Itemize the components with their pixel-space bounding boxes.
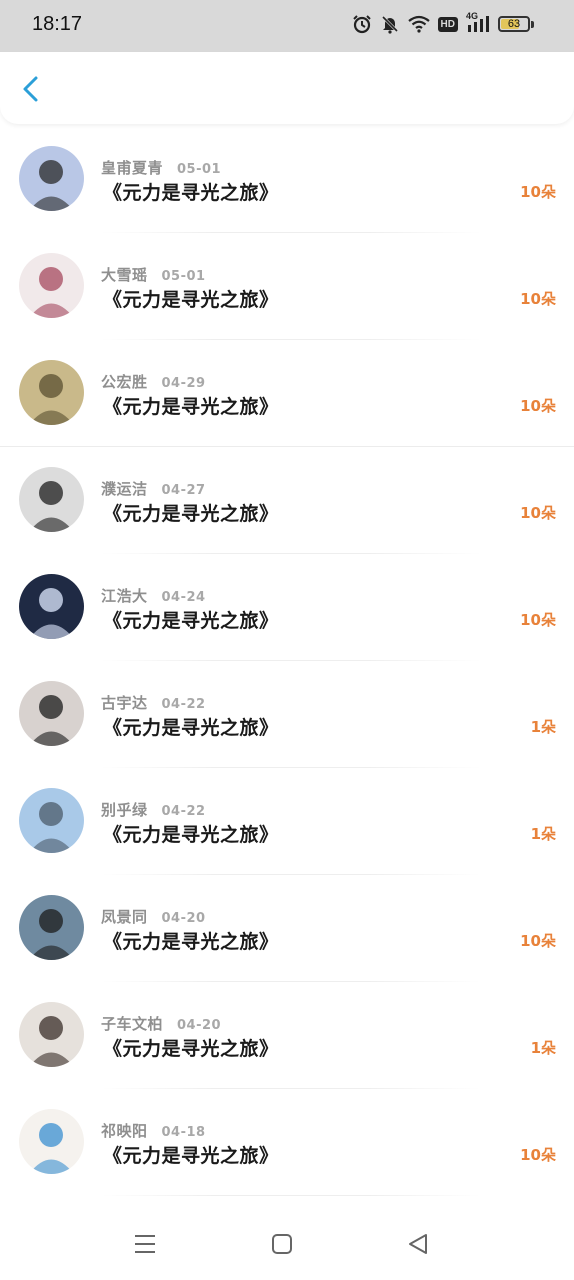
user-name: 古宇达 (101, 694, 148, 712)
list-item[interactable]: 公宏胜 04-29 《元力是寻光之旅》 10朵 (0, 340, 574, 447)
list-item[interactable]: 凤景同 04-20 《元力是寻光之旅》 10朵 (0, 875, 574, 982)
avatar[interactable] (19, 681, 84, 746)
user-info: 公宏胜 04-29 (101, 371, 206, 392)
avatar[interactable] (19, 1002, 84, 1067)
home-icon[interactable] (270, 1232, 294, 1256)
gift-amount: 10朵 (520, 1146, 556, 1164)
record-date: 04-24 (161, 590, 206, 605)
user-name: 公宏胜 (101, 373, 148, 391)
avatar[interactable] (19, 788, 84, 853)
user-info: 濮运洁 04-27 (101, 478, 206, 499)
user-info: 凤景同 04-20 (101, 906, 206, 927)
gift-amount: 10朵 (520, 611, 556, 629)
work-title: 《元力是寻光之旅》 (103, 396, 279, 418)
user-name: 大雪瑶 (101, 266, 148, 284)
row-divider (101, 1195, 481, 1196)
work-title: 《元力是寻光之旅》 (103, 610, 279, 632)
status-bar: 18:17 HD 4G 63 (0, 0, 574, 52)
work-title: 《元力是寻光之旅》 (103, 717, 279, 739)
gift-amount: 1朵 (530, 1039, 556, 1057)
record-date: 04-29 (161, 376, 206, 391)
avatar[interactable] (19, 146, 84, 211)
user-name: 濮运洁 (101, 480, 148, 498)
avatar[interactable] (19, 360, 84, 425)
user-name: 江浩大 (101, 587, 148, 605)
record-date: 05-01 (161, 269, 206, 284)
list-item[interactable]: 大雪瑶 05-01 《元力是寻光之旅》 10朵 (0, 233, 574, 340)
list-item[interactable]: 子车文柏 04-20 《元力是寻光之旅》 1朵 (0, 982, 574, 1089)
user-name: 祁映阳 (101, 1122, 148, 1140)
user-info: 皇甫夏青 05-01 (101, 157, 221, 178)
user-name: 凤景同 (101, 908, 148, 926)
list-item[interactable]: 祁映阳 04-18 《元力是寻光之旅》 10朵 (0, 1089, 574, 1196)
back-arrow-icon[interactable] (14, 72, 48, 106)
user-info: 子车文柏 04-20 (101, 1013, 221, 1034)
user-info: 古宇达 04-22 (101, 692, 206, 713)
record-date: 04-27 (161, 483, 206, 498)
user-name: 别乎绿 (101, 801, 148, 819)
list-item[interactable]: 古宇达 04-22 《元力是寻光之旅》 1朵 (0, 661, 574, 768)
avatar[interactable] (19, 574, 84, 639)
work-title: 《元力是寻光之旅》 (103, 503, 279, 525)
gift-amount: 10朵 (520, 183, 556, 201)
record-date: 05-01 (177, 162, 222, 177)
work-title: 《元力是寻光之旅》 (103, 182, 279, 204)
wifi-icon (407, 15, 430, 33)
record-date: 04-22 (161, 697, 206, 712)
signal-icon: 4G (466, 11, 490, 33)
record-date: 04-20 (177, 1018, 222, 1033)
work-title: 《元力是寻光之旅》 (103, 1038, 279, 1060)
header-bar (0, 52, 574, 124)
gift-amount: 10朵 (520, 290, 556, 308)
record-date: 04-22 (161, 804, 206, 819)
hd-icon: HD (437, 16, 458, 32)
work-title: 《元力是寻光之旅》 (103, 824, 279, 846)
status-time: 18:17 (32, 13, 83, 35)
battery-icon: 63 (498, 16, 530, 32)
avatar[interactable] (19, 467, 84, 532)
gift-amount: 10朵 (520, 397, 556, 415)
gift-amount: 1朵 (530, 825, 556, 843)
list-item[interactable]: 濮运洁 04-27 《元力是寻光之旅》 10朵 (0, 447, 574, 554)
gift-amount: 1朵 (530, 718, 556, 736)
alarm-icon (352, 15, 371, 34)
back-triangle-icon[interactable] (406, 1232, 430, 1256)
work-title: 《元力是寻光之旅》 (103, 289, 279, 311)
work-title: 《元力是寻光之旅》 (103, 1145, 279, 1167)
list-item[interactable]: 江浩大 04-24 《元力是寻光之旅》 10朵 (0, 554, 574, 661)
user-info: 江浩大 04-24 (101, 585, 206, 606)
gift-amount: 10朵 (520, 932, 556, 950)
work-title: 《元力是寻光之旅》 (103, 931, 279, 953)
system-nav-bar (0, 1215, 574, 1280)
avatar[interactable] (19, 1109, 84, 1174)
status-icons: HD 4G 63 (352, 11, 534, 34)
gift-record-list: 皇甫夏青 05-01 《元力是寻光之旅》 10朵 大雪瑶 05-01 《元力是寻光之旅》 10… (0, 126, 574, 1196)
list-item[interactable]: 皇甫夏青 05-01 《元力是寻光之旅》 10朵 (0, 126, 574, 233)
mute-bell-icon (381, 15, 398, 34)
user-name: 子车文柏 (101, 1015, 164, 1033)
menu-icon[interactable] (133, 1232, 157, 1256)
user-name: 皇甫夏青 (101, 159, 164, 177)
list-item[interactable]: 别乎绿 04-22 《元力是寻光之旅》 1朵 (0, 768, 574, 875)
record-date: 04-20 (161, 911, 206, 926)
user-info: 祁映阳 04-18 (101, 1120, 206, 1141)
gift-amount: 10朵 (520, 504, 556, 522)
record-date: 04-18 (161, 1125, 206, 1140)
user-info: 别乎绿 04-22 (101, 799, 206, 820)
battery-level: 63 (507, 18, 521, 30)
user-info: 大雪瑶 05-01 (101, 264, 206, 285)
avatar[interactable] (19, 895, 84, 960)
avatar[interactable] (19, 253, 84, 318)
